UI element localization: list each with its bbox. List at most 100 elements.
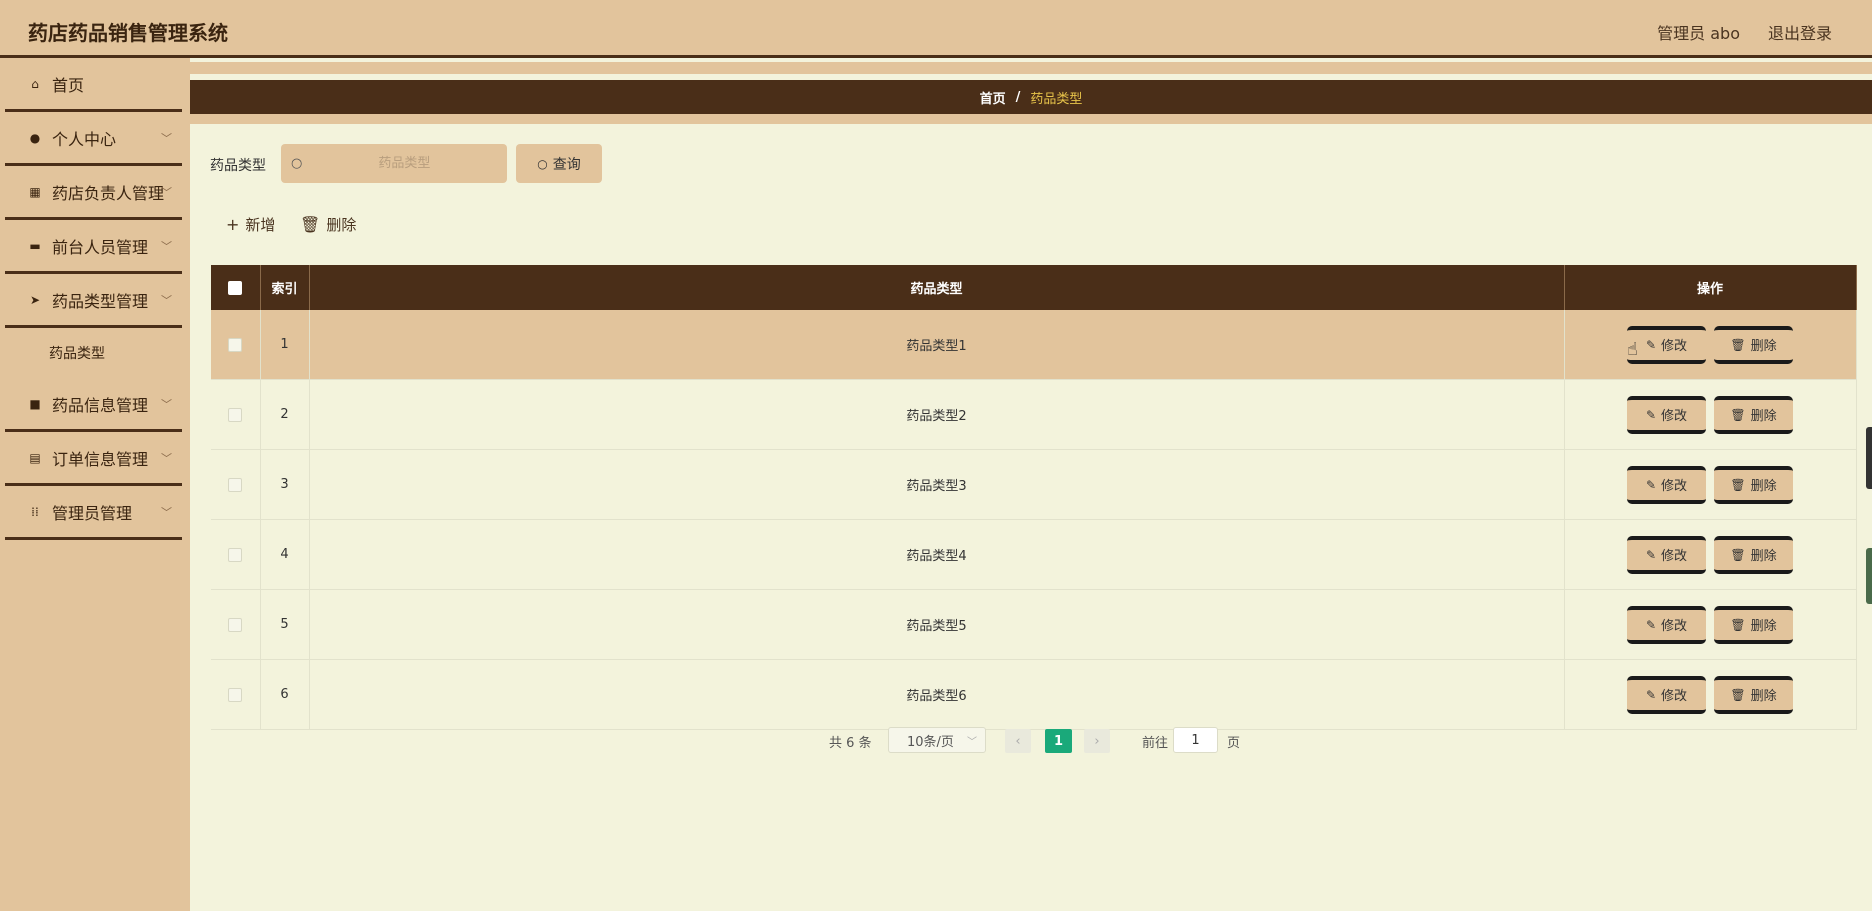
top-bar: 药店药品销售管理系统 管理员 abo 退出登录 xyxy=(0,0,1872,58)
edit-button[interactable]: ✎ 修改 xyxy=(1627,465,1706,504)
query-button-label: 查询 xyxy=(552,156,581,173)
user-icon: ● xyxy=(29,130,41,145)
top-right-links: 管理员 abo 退出登录 xyxy=(1657,20,1832,44)
delete-label: 删除 xyxy=(1750,479,1777,494)
send-icon: ➤ xyxy=(29,292,41,307)
admin-user-label[interactable]: 管理员 abo xyxy=(1657,20,1740,44)
search-icon: ○ xyxy=(537,156,548,171)
edit-label: 修改 xyxy=(1661,619,1688,634)
sidebar-item-home[interactable]: ⌂ 首页 xyxy=(5,58,182,112)
side-handle[interactable] xyxy=(1866,548,1872,604)
hand-cursor-icon: ☝ xyxy=(1627,339,1638,360)
table-row: 6 药品类型6 ✎ 修改 🗑 删除 xyxy=(211,659,1857,730)
delete-button[interactable]: 🗑 删除 xyxy=(1714,675,1793,714)
main-content: 首页 / 药品类型 药品类型 ○ ○ 查询 + 新增 🗑 删除 索引 药品类型 … xyxy=(190,58,1872,911)
search-icon: ○ xyxy=(291,156,303,171)
apps-icon: ⁞⁞ xyxy=(31,504,39,519)
chevron-down-icon: ﹀ xyxy=(161,506,172,519)
side-handle[interactable] xyxy=(1866,427,1872,489)
breadcrumb-home[interactable]: 首页 xyxy=(980,88,1006,107)
edit-button[interactable]: ✎ 修改 xyxy=(1627,395,1706,434)
edit-label: 修改 xyxy=(1661,339,1688,354)
table-row: 1 药品类型1 ✎ 修改 🗑 删除 xyxy=(211,310,1857,380)
chevron-right-icon: › xyxy=(1094,733,1100,749)
breadcrumb-underline xyxy=(190,114,1872,124)
select-all-cell xyxy=(211,265,261,310)
row-index: 2 xyxy=(260,379,310,450)
row-index: 6 xyxy=(260,659,310,730)
add-button[interactable]: + 新增 xyxy=(226,214,275,235)
trash-icon: 🗑 xyxy=(1730,687,1746,702)
pagination: 共 6 条 10条/页 ﹀ ‹ 1 › 前往 页 xyxy=(190,726,1872,756)
row-type: 药品类型6 xyxy=(309,659,1565,730)
sidebar-item-admins[interactable]: ⁞⁞ 管理员管理 ﹀ xyxy=(5,486,182,540)
row-checkbox[interactable] xyxy=(228,617,243,632)
batch-delete-button[interactable]: 🗑 删除 xyxy=(300,214,356,235)
edit-icon: ✎ xyxy=(1645,547,1657,562)
chevron-down-icon: ﹀ xyxy=(967,736,977,748)
next-page-button[interactable]: › xyxy=(1084,729,1110,753)
delete-button[interactable]: 🗑 删除 xyxy=(1714,465,1793,504)
search-input[interactable] xyxy=(322,155,487,172)
page-number-button[interactable]: 1 xyxy=(1045,729,1072,753)
sidebar-subitem-drug-type[interactable]: 药品类型 xyxy=(0,328,190,378)
sidebar-item-drug-info[interactable]: ■ 药品信息管理 ﹀ xyxy=(5,378,182,432)
delete-label: 删除 xyxy=(1750,689,1777,704)
edit-label: 修改 xyxy=(1661,689,1688,704)
goto-page-input[interactable] xyxy=(1173,727,1218,753)
trash-icon: 🗑 xyxy=(1730,547,1746,562)
row-index: 4 xyxy=(260,519,310,590)
page-size-select[interactable]: 10条/页 ﹀ xyxy=(888,727,986,753)
trash-icon: 🗑 xyxy=(300,215,321,234)
row-index: 3 xyxy=(260,449,310,520)
page-suffix: 页 xyxy=(1227,736,1241,751)
sidebar-item-drug-type[interactable]: ➤ 药品类型管理 ﹀ xyxy=(5,274,182,328)
prev-page-button[interactable]: ‹ xyxy=(1005,729,1031,753)
briefcase-icon: ■ xyxy=(29,396,41,411)
sidebar-item-label: 药品类型管理 xyxy=(52,291,149,311)
edit-label: 修改 xyxy=(1661,479,1688,494)
sidebar-item-store-manager[interactable]: ▦ 药店负责人管理 ﹀ xyxy=(5,166,182,220)
goto-label: 前往 xyxy=(1142,736,1169,751)
edit-button[interactable]: ✎ 修改 xyxy=(1627,535,1706,574)
row-type: 药品类型3 xyxy=(309,449,1565,520)
table-header-row: 索引 药品类型 操作 xyxy=(211,265,1857,310)
query-button[interactable]: ○ 查询 xyxy=(516,144,602,183)
app-title: 药店药品销售管理系统 xyxy=(28,21,228,45)
delete-label: 删除 xyxy=(1750,409,1777,424)
row-checkbox[interactable] xyxy=(228,407,243,422)
sidebar-item-label: 订单信息管理 xyxy=(52,449,149,469)
delete-button[interactable]: 🗑 删除 xyxy=(1714,395,1793,434)
delete-button[interactable]: 🗑 删除 xyxy=(1714,535,1793,574)
row-checkbox[interactable] xyxy=(228,477,243,492)
row-checkbox[interactable] xyxy=(228,687,243,702)
search-field[interactable]: ○ xyxy=(281,144,507,183)
delete-button[interactable]: 🗑 删除 xyxy=(1714,605,1793,644)
edit-button[interactable]: ✎ 修改 xyxy=(1627,675,1706,714)
row-type: 药品类型1 xyxy=(309,310,1565,380)
column-header-index: 索引 xyxy=(260,265,310,310)
logout-link[interactable]: 退出登录 xyxy=(1768,20,1832,44)
edit-button[interactable]: ✎ 修改 xyxy=(1627,605,1706,644)
grid-icon: ▦ xyxy=(29,184,41,199)
table-row: 3 药品类型3 ✎ 修改 🗑 删除 xyxy=(211,449,1857,520)
sidebar-item-personal-center[interactable]: ● 个人中心 ﹀ xyxy=(5,112,182,166)
sidebar-item-front-desk[interactable]: ▬ 前台人员管理 ﹀ xyxy=(5,220,182,274)
edit-icon: ✎ xyxy=(1645,337,1657,352)
edit-button[interactable]: ✎ 修改 xyxy=(1627,325,1706,364)
batch-delete-label: 删除 xyxy=(326,216,357,234)
breadcrumb-separator: / xyxy=(1015,89,1021,105)
sidebar-item-label: 首页 xyxy=(52,75,85,95)
delete-label: 删除 xyxy=(1750,549,1777,564)
row-checkbox[interactable] xyxy=(228,547,243,562)
select-all-checkbox[interactable] xyxy=(228,280,243,295)
edit-icon: ✎ xyxy=(1645,477,1657,492)
sidebar-item-label: 药品信息管理 xyxy=(52,395,149,415)
trash-icon: 🗑 xyxy=(1730,407,1746,422)
clipboard-icon: ▤ xyxy=(29,450,41,465)
column-header-actions: 操作 xyxy=(1564,265,1857,310)
delete-button[interactable]: 🗑 删除 xyxy=(1714,325,1793,364)
row-checkbox[interactable] xyxy=(228,337,243,352)
sidebar-item-label: 管理员管理 xyxy=(52,503,133,523)
sidebar-item-orders[interactable]: ▤ 订单信息管理 ﹀ xyxy=(5,432,182,486)
